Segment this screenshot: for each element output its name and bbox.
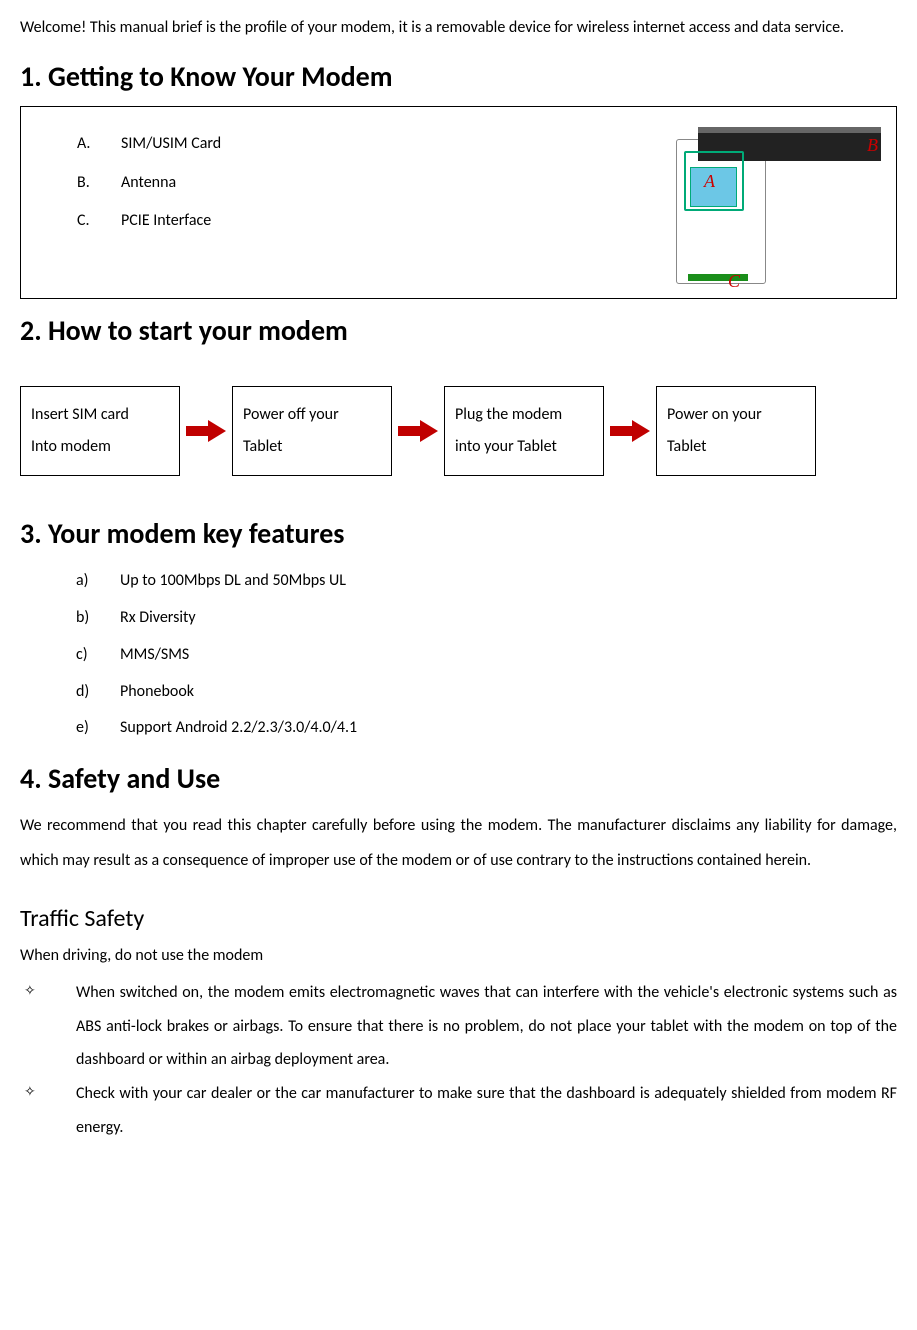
modem-parts-box: A. SIM/USIM Card B. Antenna C. PCIE Inte… <box>20 106 897 299</box>
list-item: e) Support Android 2.2/2.3/3.0/4.0/4.1 <box>76 710 897 747</box>
item-label: C. <box>77 202 121 240</box>
flow-step: Insert SIM card Into modem <box>20 386 180 476</box>
flow-diagram: Insert SIM card Into modem Power off you… <box>20 386 897 476</box>
item-text: PCIE Interface <box>121 202 211 240</box>
item-label: A. <box>77 125 121 163</box>
safety-paragraph: We recommend that you read this chapter … <box>20 808 897 878</box>
item-label: c) <box>76 637 120 674</box>
arrow-icon <box>610 386 650 476</box>
modem-diagram: A B C <box>676 119 886 284</box>
traffic-subline: When driving, do not use the modem <box>20 939 897 973</box>
item-text: Antenna <box>121 164 176 202</box>
flow-step: Power on your Tablet <box>656 386 816 476</box>
step-line1: Plug the modem <box>455 399 593 431</box>
arrow-icon <box>186 386 226 476</box>
item-label: d) <box>76 674 120 711</box>
flow-step: Plug the modem into your Tablet <box>444 386 604 476</box>
diagram-label-c: C <box>728 271 740 292</box>
features-list: a) Up to 100Mbps DL and 50Mbps UL b) Rx … <box>20 563 897 747</box>
bullet-text: When switched on, the modem emits electr… <box>76 976 897 1077</box>
diamond-icon: ✧ <box>20 1077 76 1144</box>
traffic-safety-heading: Traffic Safety <box>20 904 897 933</box>
section3-heading: 3. Your modem key features <box>20 516 897 551</box>
list-item: A. SIM/USIM Card <box>77 125 666 163</box>
list-item: c) MMS/SMS <box>76 637 897 674</box>
step-line2: Into modem <box>31 431 169 463</box>
list-item: a) Up to 100Mbps DL and 50Mbps UL <box>76 563 897 600</box>
bullet-text: Check with your car dealer or the car ma… <box>76 1077 897 1144</box>
section4-heading: 4. Safety and Use <box>20 761 897 796</box>
step-line1: Power on your <box>667 399 805 431</box>
step-line2: Tablet <box>243 431 381 463</box>
diagram-label-a: A <box>704 171 715 192</box>
section2-heading: 2. How to start your modem <box>20 313 897 348</box>
traffic-bullets: ✧ When switched on, the modem emits elec… <box>20 976 897 1144</box>
intro-text: Welcome! This manual brief is the profil… <box>20 10 897 45</box>
list-item: d) Phonebook <box>76 674 897 711</box>
item-text: Up to 100Mbps DL and 50Mbps UL <box>120 563 346 600</box>
list-item: B. Antenna <box>77 164 666 202</box>
item-text: Rx Diversity <box>120 600 196 637</box>
step-line2: into your Tablet <box>455 431 593 463</box>
item-text: Phonebook <box>120 674 194 711</box>
step-line1: Power off your <box>243 399 381 431</box>
list-item: C. PCIE Interface <box>77 202 666 240</box>
item-text: MMS/SMS <box>120 637 189 674</box>
list-item: ✧ Check with your car dealer or the car … <box>20 1077 897 1144</box>
parts-list: A. SIM/USIM Card B. Antenna C. PCIE Inte… <box>21 125 666 240</box>
item-label: b) <box>76 600 120 637</box>
item-label: a) <box>76 563 120 600</box>
item-text: SIM/USIM Card <box>121 125 221 163</box>
arrow-icon <box>398 386 438 476</box>
item-text: Support Android 2.2/2.3/3.0/4.0/4.1 <box>120 710 357 747</box>
item-label: B. <box>77 164 121 202</box>
diamond-icon: ✧ <box>20 976 76 1077</box>
item-label: e) <box>76 710 120 747</box>
step-line1: Insert SIM card <box>31 399 169 431</box>
list-item: ✧ When switched on, the modem emits elec… <box>20 976 897 1077</box>
step-line2: Tablet <box>667 431 805 463</box>
diagram-label-b: B <box>867 135 878 156</box>
list-item: b) Rx Diversity <box>76 600 897 637</box>
section1-heading: 1. Getting to Know Your Modem <box>20 59 897 94</box>
flow-step: Power off your Tablet <box>232 386 392 476</box>
